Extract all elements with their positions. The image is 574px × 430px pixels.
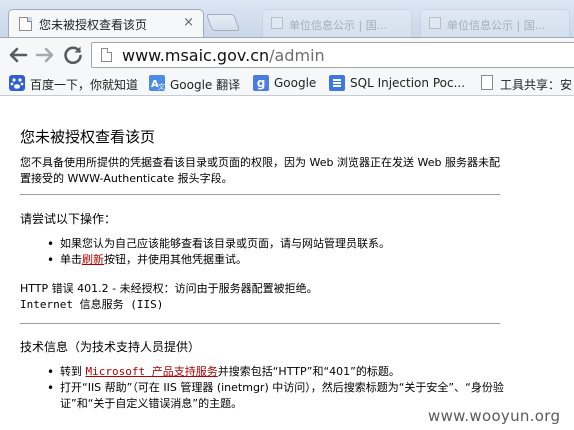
tab-strip: 您未被授权查看该页 × 单位信息公示 | 国... 单位信息公示 | 国... — [0, 0, 574, 37]
url-text[interactable]: www.msaic.gov.cn/admin — [122, 46, 325, 65]
bookmarks-bar: 百度一下，你就知道 A文 Google 翻译 g Google SQL Inje… — [0, 71, 574, 96]
background-tab[interactable]: 单位信息公示 | 国... — [262, 9, 412, 37]
background-tab-favicon-icon — [429, 17, 441, 29]
watermark: www.wooyun.org — [428, 407, 561, 425]
background-tab-title: 单位信息公示 | 国... — [447, 19, 546, 32]
background-tab-favicon-icon — [271, 17, 283, 29]
back-button[interactable] — [6, 43, 30, 67]
bookmark-label: Google — [274, 76, 317, 90]
tab-close-icon[interactable]: × — [183, 15, 194, 31]
browser-toolbar: www.msaic.gov.cn/admin — [0, 37, 574, 71]
document-icon — [329, 75, 345, 91]
list-item-text: 并搜索包括“HTTP”和“401”的标题。 — [217, 365, 400, 378]
new-tab-button[interactable] — [205, 14, 241, 31]
try-heading: 请尝试以下操作： — [20, 212, 117, 226]
url-host: www.msaic.gov.cn — [122, 46, 270, 65]
http-error-line: HTTP 错误 401.2 - 未经授权：访问由于服务器配置被拒绝。 — [20, 282, 318, 295]
divider — [20, 323, 500, 324]
bookmark-label: 工具共享：安 — [500, 78, 573, 92]
tech-list: 转到 Microsoft 产品支持服务并搜索包括“HTTP”和“401”的标题。… — [47, 364, 507, 412]
page-icon — [481, 75, 493, 90]
reload-icon — [64, 46, 82, 65]
list-item-text: 按钮，并使用其他凭据重试。 — [104, 253, 247, 266]
tab-title: 您未被授权查看该页 — [39, 18, 148, 32]
address-bar[interactable]: www.msaic.gov.cn/admin — [91, 42, 574, 68]
page-icon — [101, 48, 112, 62]
list-item: 如果您认为自己应该能够查看该目录或页面，请与网站管理员联系。 — [47, 236, 507, 252]
list-item: 转到 Microsoft 产品支持服务并搜索包括“HTTP”和“401”的标题。 — [47, 364, 507, 380]
list-item-text: 转到 — [60, 365, 86, 378]
page-content: 您未被授权查看该页 您不具备使用所提供的凭据查看该目录或页面的权限，因为 Web… — [0, 97, 574, 430]
list-item-text: 单击 — [60, 253, 82, 266]
bookmark-label: 百度一下，你就知道 — [30, 78, 139, 92]
refresh-link[interactable]: 刷新 — [82, 253, 104, 266]
page-title: 您未被授权查看该页 — [20, 128, 156, 146]
page-favicon-icon — [19, 17, 32, 31]
error-description: 您不具备使用所提供的凭据查看该目录或页面的权限，因为 Web 浏览器正在发送 W… — [20, 156, 500, 185]
forward-arrow-icon — [35, 47, 54, 63]
try-list: 如果您认为自己应该能够查看该目录或页面，请与网站管理员联系。 单击刷新按钮，并使… — [47, 236, 507, 268]
microsoft-support-link[interactable]: Microsoft 产品支持服务 — [86, 365, 218, 378]
google-icon: g — [253, 75, 269, 91]
bookmark-label: SQL Injection Poc... — [350, 76, 466, 90]
background-tab-title: 单位信息公示 | 国... — [289, 19, 388, 32]
translate-icon: A文 — [149, 75, 165, 91]
forward-button[interactable] — [33, 43, 57, 67]
baidu-paw-icon — [9, 75, 25, 91]
url-path: /admin — [269, 46, 325, 65]
list-item: 单击刷新按钮，并使用其他凭据重试。 — [47, 252, 507, 268]
back-arrow-icon — [9, 47, 28, 63]
svg-text:文: 文 — [158, 82, 165, 91]
tech-heading: 技术信息（为技术支持人员提供） — [20, 340, 201, 354]
background-tab[interactable]: 单位信息公示 | 国... — [420, 9, 570, 37]
iis-line: Internet 信息服务 (IIS) — [20, 298, 164, 311]
reload-button[interactable] — [61, 43, 85, 67]
active-tab[interactable]: 您未被授权查看该页 × — [8, 9, 204, 37]
bookmark-label: Google 翻译 — [170, 78, 241, 92]
divider — [20, 194, 500, 195]
